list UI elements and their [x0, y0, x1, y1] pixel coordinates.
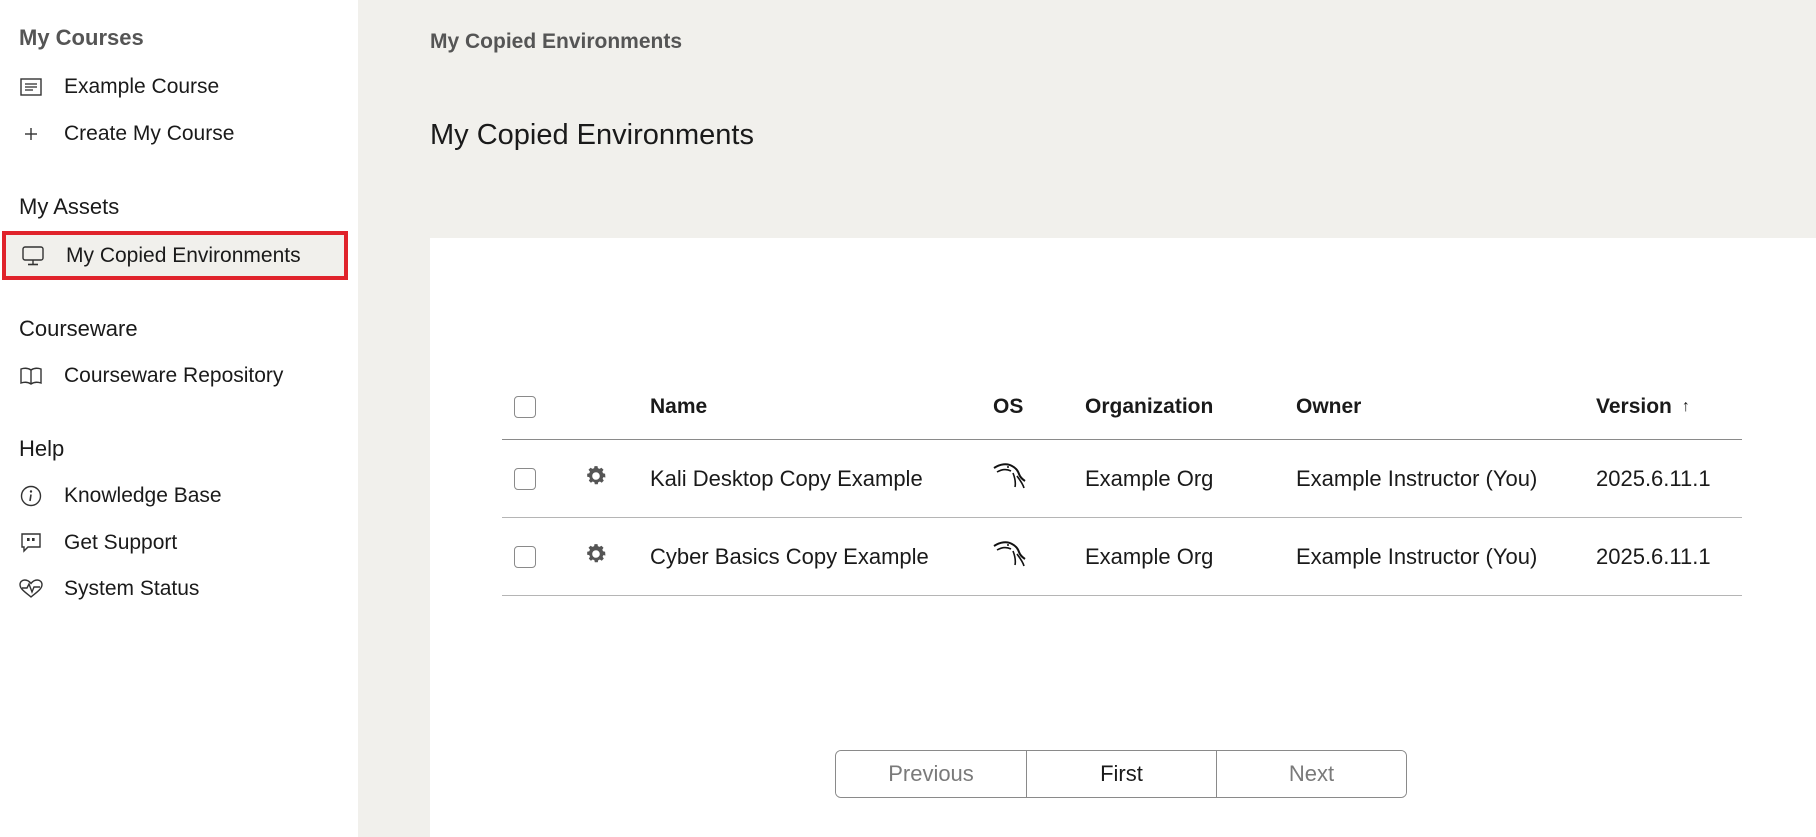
pagination: Previous First Next [835, 750, 1407, 798]
book-icon [18, 363, 44, 389]
sidebar-item-label: System Status [64, 577, 200, 600]
section-title-help: Help [19, 436, 65, 461]
sidebar-item-label: Create My Course [64, 122, 235, 145]
list-icon [18, 74, 44, 100]
column-header-os[interactable]: OS [993, 374, 1023, 439]
row-owner: Example Instructor (You) [1296, 543, 1538, 569]
row-organization: Example Org [1085, 543, 1214, 569]
select-all-checkbox[interactable] [514, 395, 536, 418]
column-header-organization[interactable]: Organization [1085, 374, 1213, 439]
sidebar-item-label: Get Support [64, 531, 178, 554]
sidebar-item-courseware-repository[interactable]: Courseware Repository [0, 353, 358, 399]
plus-icon [18, 121, 44, 147]
sidebar-item-get-support[interactable]: Get Support [0, 520, 358, 566]
first-page-button[interactable]: First [1026, 751, 1216, 797]
column-header-version[interactable]: Version ↑ [1596, 374, 1690, 439]
row-version: 2025.6.11.1 [1596, 465, 1711, 491]
table-row: Kali Desktop Copy Example Example Org Ex… [502, 440, 1742, 518]
previous-page-button[interactable]: Previous [836, 751, 1026, 797]
row-version: 2025.6.11.1 [1596, 543, 1711, 569]
sidebar: My Courses Example Course Create My Cour… [0, 0, 358, 837]
column-header-owner[interactable]: Owner [1296, 374, 1361, 439]
column-header-version-label: Version [1596, 394, 1672, 418]
row-checkbox[interactable] [514, 467, 536, 490]
table-header: Name OS Organization Owner Version ↑ [502, 374, 1742, 440]
sort-ascending-icon: ↑ [1681, 397, 1690, 415]
heart-pulse-icon [18, 576, 44, 602]
monitor-icon [20, 243, 46, 269]
section-title-my-courses: My Courses [19, 25, 144, 50]
section-title-courseware: Courseware [19, 316, 138, 341]
info-icon [18, 483, 44, 509]
environments-card: Name OS Organization Owner Version ↑ Kal… [430, 238, 1816, 837]
sidebar-item-label: My Copied Environments [66, 243, 301, 267]
row-owner: Example Instructor (You) [1296, 465, 1538, 491]
kali-dragon-icon [993, 540, 1027, 574]
sidebar-item-label: Example Course [64, 75, 220, 98]
column-header-name[interactable]: Name [650, 374, 707, 439]
environments-table: Name OS Organization Owner Version ↑ Kal… [502, 374, 1742, 596]
chat-quote-icon [18, 530, 44, 556]
sidebar-item-example-course[interactable]: Example Course [0, 64, 358, 110]
kali-dragon-icon [993, 462, 1027, 496]
breadcrumb: My Copied Environments [430, 30, 683, 53]
sidebar-item-knowledge-base[interactable]: Knowledge Base [0, 473, 358, 519]
next-page-button[interactable]: Next [1216, 751, 1406, 797]
sidebar-item-create-my-course[interactable]: Create My Course [0, 111, 358, 157]
page-title: My Copied Environments [430, 119, 754, 151]
sidebar-item-my-copied-environments[interactable]: My Copied Environments [2, 231, 348, 280]
sidebar-item-label: Courseware Repository [64, 364, 284, 387]
sidebar-item-label: Knowledge Base [64, 484, 222, 507]
sidebar-item-system-status[interactable]: System Status [0, 566, 358, 612]
row-organization: Example Org [1085, 465, 1214, 491]
row-name[interactable]: Cyber Basics Copy Example [650, 518, 929, 595]
row-name[interactable]: Kali Desktop Copy Example [650, 440, 923, 517]
gear-icon[interactable] [584, 542, 608, 572]
table-row: Cyber Basics Copy Example Example Org Ex… [502, 518, 1742, 596]
main-content: My Copied Environments My Copied Environ… [358, 0, 1816, 837]
section-title-my-assets: My Assets [19, 194, 120, 219]
gear-icon[interactable] [584, 464, 608, 494]
row-checkbox[interactable] [514, 545, 536, 568]
